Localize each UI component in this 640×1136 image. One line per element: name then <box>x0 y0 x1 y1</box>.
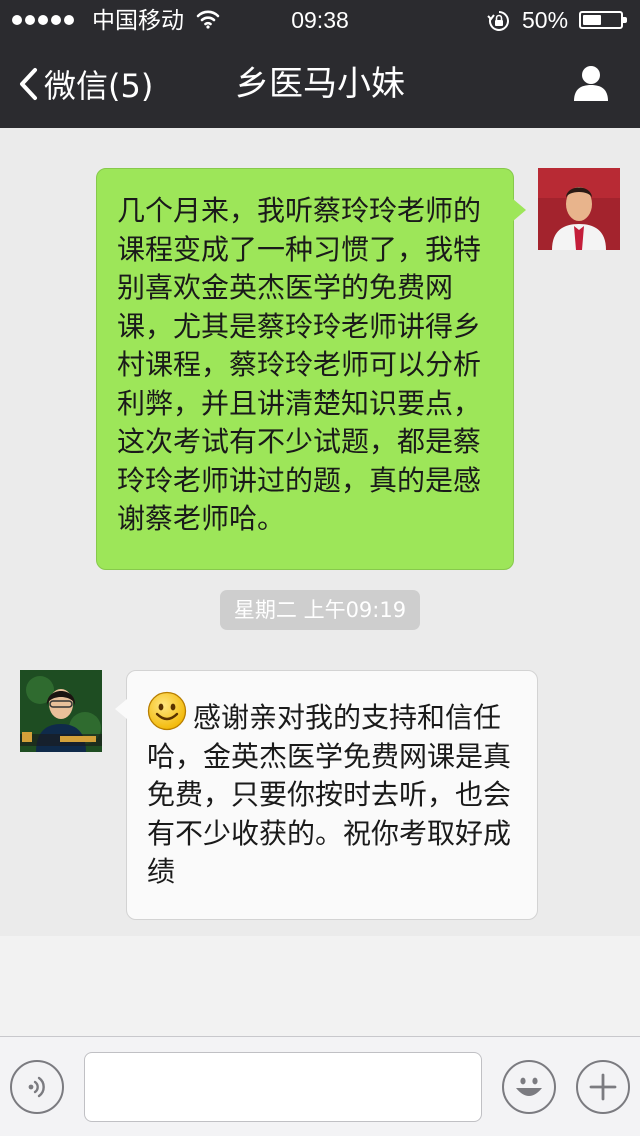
message-line: 免费，只要你按时去听，也会 <box>147 778 512 811</box>
message-line: 感谢亲对我的支持和信任 <box>193 701 502 734</box>
incoming-message-text: 感谢亲对我的支持和信任哈，金英杰医学免费网课是真 免费，只要你按时去听，也会 有不少… <box>147 691 517 892</box>
message-line: 村课程，蔡玲玲老师可以分析 <box>117 348 482 381</box>
plus-icon <box>589 1073 617 1101</box>
empty-area <box>0 936 640 1036</box>
message-line: 绩 <box>147 855 176 888</box>
battery-icon <box>579 11 627 29</box>
message-list[interactable]: 几个月来，我听蔡玲玲老师的 课程变成了一种习惯了，我特 别喜欢金英杰医学的免费网 课，… <box>0 128 640 936</box>
sender-avatar[interactable] <box>538 168 620 250</box>
message-line: 哈，金英杰医学免费网课是真 <box>147 739 512 773</box>
message-line: 别喜欢金英杰医学的免费网 <box>117 271 454 304</box>
more-options-button[interactable] <box>576 1060 630 1114</box>
nav-bar: 微信(5) 乡医马小妹 <box>0 40 640 128</box>
incoming-message-text-body: 感谢亲对我的支持和信任哈，金英杰医学免费网课是真 免费，只要你按时去听，也会 有不少… <box>147 701 511 888</box>
chat-title: 乡医马小妹 <box>235 64 405 104</box>
emoji-icon <box>516 1077 542 1096</box>
contact-avatar[interactable] <box>20 670 102 752</box>
message-input[interactable] <box>84 1052 482 1122</box>
profile-button[interactable] <box>572 64 610 106</box>
message-line: 课，尤其是蔡玲玲老师讲得乡 <box>117 309 482 343</box>
message-line: 课程变成了一种习惯了，我特 <box>117 232 482 266</box>
rotation-lock-icon <box>487 11 509 31</box>
outgoing-message-text: 几个月来，我听蔡玲玲老师的 课程变成了一种习惯了，我特 别喜欢金英杰医学的免费网 课，… <box>117 192 493 539</box>
message-line: 玲玲老师讲过的题，真的是感 <box>117 463 482 497</box>
smiley-emoji-icon <box>147 691 187 731</box>
message-line: 利弊，并且讲清楚知识要点， <box>117 386 482 420</box>
message-line: 谢蔡老师哈。 <box>117 502 286 535</box>
emoji-button[interactable] <box>502 1060 556 1114</box>
input-bar <box>0 1036 640 1136</box>
message-timestamp: 星期二 上午09:19 <box>220 590 420 630</box>
message-line: 几个月来，我听蔡玲玲老师的 <box>117 194 482 227</box>
status-bar: 中国移动 09:38 50% <box>0 0 640 40</box>
battery-percent: 50% <box>522 7 569 33</box>
person-icon <box>574 66 608 101</box>
outgoing-message-bubble[interactable]: 几个月来，我听蔡玲玲老师的 课程变成了一种习惯了，我特 别喜欢金英杰医学的免费网 课，… <box>96 168 526 570</box>
message-line: 有不少收获的。祝你考取好成 <box>147 816 512 850</box>
voice-button[interactable] <box>10 1060 64 1114</box>
battery-fill <box>583 15 601 25</box>
voice-icon <box>28 1076 45 1098</box>
incoming-message-bubble[interactable]: 感谢亲对我的支持和信任哈，金英杰医学免费网课是真 免费，只要你按时去听，也会 有不少… <box>115 670 538 920</box>
message-line: 这次考试有不少试题，都是蔡 <box>117 425 482 458</box>
